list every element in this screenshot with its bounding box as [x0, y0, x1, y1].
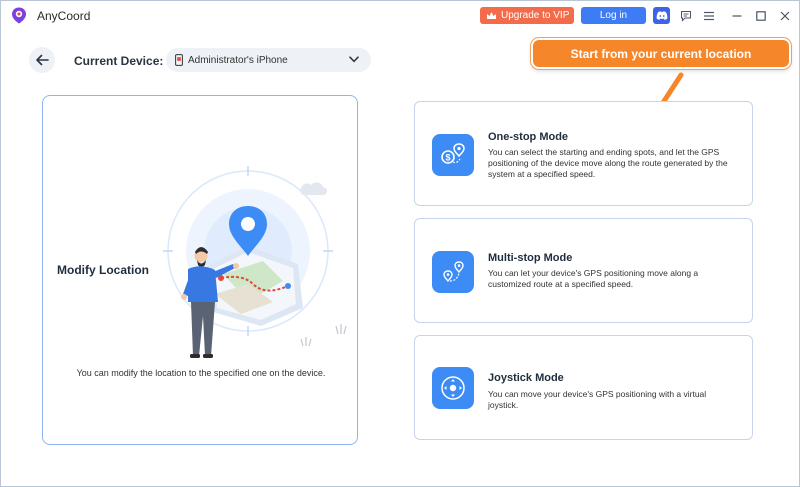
- one-stop-mode-description: You can select the starting and ending s…: [488, 147, 728, 179]
- login-button[interactable]: Log in: [581, 7, 646, 24]
- back-arrow-icon: [36, 54, 49, 66]
- app-title: AnyCoord: [37, 9, 91, 23]
- multi-pin-route-icon: [432, 251, 474, 293]
- back-button[interactable]: [29, 47, 55, 73]
- joystick-mode-description: You can move your device's GPS positioni…: [488, 389, 707, 410]
- multi-stop-mode-title: Multi-stop Mode: [488, 252, 573, 264]
- multi-stop-mode-card[interactable]: Multi-stop Mode You can let your device'…: [414, 218, 753, 323]
- multi-stop-mode-description: You can let your device's GPS positionin…: [488, 268, 699, 289]
- joystick-mode-card[interactable]: Joystick Mode You can move your device's…: [414, 335, 753, 440]
- menu-icon[interactable]: [700, 7, 717, 24]
- feedback-icon[interactable]: [677, 7, 694, 24]
- modify-location-description: You can modify the location to the speci…: [76, 368, 326, 378]
- route-dollar-icon: $: [432, 134, 474, 176]
- start-location-callout: Start from your current location: [531, 38, 791, 69]
- svg-text:$: $: [445, 153, 450, 163]
- device-dropdown[interactable]: Administrator's iPhone: [166, 48, 371, 72]
- close-icon[interactable]: [776, 7, 793, 24]
- app-window: AnyCoord Upgrade to VIP Log in Current D…: [0, 0, 800, 487]
- maximize-icon[interactable]: [752, 7, 769, 24]
- minimize-icon[interactable]: [728, 7, 745, 24]
- upgrade-vip-label: Upgrade to VIP: [501, 10, 570, 21]
- map-person-illustration: [163, 166, 347, 358]
- joystick-icon: [432, 367, 474, 409]
- chevron-down-icon: [349, 56, 359, 63]
- crown-icon: [487, 11, 496, 19]
- one-stop-mode-card[interactable]: $ One-stop Mode You can select the start…: [414, 101, 753, 206]
- modify-location-card[interactable]: Modify Location You can modify the locat…: [42, 95, 358, 445]
- discord-icon[interactable]: [653, 7, 670, 24]
- upgrade-vip-button[interactable]: Upgrade to VIP: [480, 7, 574, 24]
- joystick-mode-title: Joystick Mode: [488, 372, 564, 384]
- title-bar: AnyCoord Upgrade to VIP Log in: [1, 1, 799, 30]
- device-dropdown-value: Administrator's iPhone: [188, 54, 288, 66]
- one-stop-mode-title: One-stop Mode: [488, 131, 569, 143]
- phone-icon: [175, 54, 183, 66]
- current-device-label: Current Device:: [74, 54, 164, 68]
- app-logo-icon: [12, 7, 26, 24]
- modify-location-title: Modify Location: [57, 263, 149, 277]
